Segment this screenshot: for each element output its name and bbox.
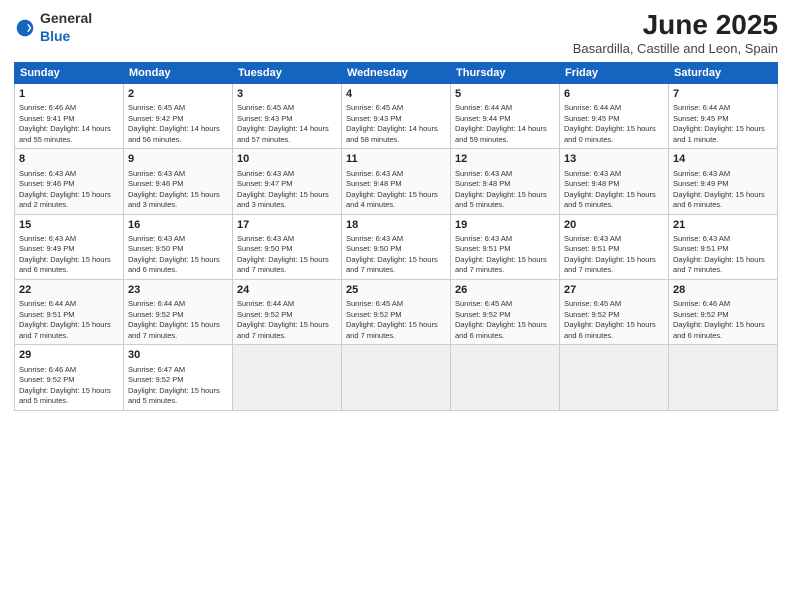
day-number: 18	[346, 218, 446, 233]
th-friday: Friday	[560, 62, 669, 83]
week-row-5: 29Sunrise: 6:46 AMSunset: 9:52 PMDayligh…	[15, 345, 778, 410]
logo-icon	[14, 17, 36, 39]
day-number: 5	[455, 87, 555, 102]
day-number: 2	[128, 87, 228, 102]
cell-2-4: 19Sunrise: 6:43 AMSunset: 9:51 PMDayligh…	[451, 214, 560, 279]
week-row-4: 22Sunrise: 6:44 AMSunset: 9:51 PMDayligh…	[15, 279, 778, 344]
cell-1-3: 11Sunrise: 6:43 AMSunset: 9:48 PMDayligh…	[342, 149, 451, 214]
cell-2-2: 17Sunrise: 6:43 AMSunset: 9:50 PMDayligh…	[233, 214, 342, 279]
day-number: 12	[455, 152, 555, 167]
day-number: 7	[673, 87, 773, 102]
header-row-weekdays: Sunday Monday Tuesday Wednesday Thursday…	[15, 62, 778, 83]
day-number: 22	[19, 283, 119, 298]
page: General Blue June 2025 Basardilla, Casti…	[0, 0, 792, 612]
cell-3-4: 26Sunrise: 6:45 AMSunset: 9:52 PMDayligh…	[451, 279, 560, 344]
day-number: 25	[346, 283, 446, 298]
day-number: 15	[19, 218, 119, 233]
day-number: 6	[564, 87, 664, 102]
cell-4-0: 29Sunrise: 6:46 AMSunset: 9:52 PMDayligh…	[15, 345, 124, 410]
cell-4-4	[451, 345, 560, 410]
th-saturday: Saturday	[669, 62, 778, 83]
cell-2-6: 21Sunrise: 6:43 AMSunset: 9:51 PMDayligh…	[669, 214, 778, 279]
cell-0-0: 1Sunrise: 6:46 AMSunset: 9:41 PMDaylight…	[15, 83, 124, 148]
cell-4-6	[669, 345, 778, 410]
cell-3-5: 27Sunrise: 6:45 AMSunset: 9:52 PMDayligh…	[560, 279, 669, 344]
day-number: 28	[673, 283, 773, 298]
logo-blue: Blue	[40, 28, 70, 44]
day-number: 11	[346, 152, 446, 167]
th-wednesday: Wednesday	[342, 62, 451, 83]
day-number: 20	[564, 218, 664, 233]
header-row: General Blue June 2025 Basardilla, Casti…	[14, 10, 778, 56]
cell-1-1: 9Sunrise: 6:43 AMSunset: 9:46 PMDaylight…	[124, 149, 233, 214]
cell-4-5	[560, 345, 669, 410]
day-number: 30	[128, 348, 228, 363]
week-row-2: 8Sunrise: 6:43 AMSunset: 9:46 PMDaylight…	[15, 149, 778, 214]
location-subtitle: Basardilla, Castille and Leon, Spain	[573, 41, 778, 56]
day-number: 4	[346, 87, 446, 102]
cell-2-0: 15Sunrise: 6:43 AMSunset: 9:49 PMDayligh…	[15, 214, 124, 279]
logo: General Blue	[14, 10, 92, 46]
th-tuesday: Tuesday	[233, 62, 342, 83]
day-number: 3	[237, 87, 337, 102]
day-number: 26	[455, 283, 555, 298]
cell-0-4: 5Sunrise: 6:44 AMSunset: 9:44 PMDaylight…	[451, 83, 560, 148]
cell-1-6: 14Sunrise: 6:43 AMSunset: 9:49 PMDayligh…	[669, 149, 778, 214]
week-row-1: 1Sunrise: 6:46 AMSunset: 9:41 PMDaylight…	[15, 83, 778, 148]
day-number: 13	[564, 152, 664, 167]
title-block: June 2025 Basardilla, Castille and Leon,…	[573, 10, 778, 56]
cell-1-4: 12Sunrise: 6:43 AMSunset: 9:48 PMDayligh…	[451, 149, 560, 214]
day-number: 23	[128, 283, 228, 298]
day-number: 24	[237, 283, 337, 298]
cell-4-1: 30Sunrise: 6:47 AMSunset: 9:52 PMDayligh…	[124, 345, 233, 410]
day-number: 16	[128, 218, 228, 233]
day-number: 10	[237, 152, 337, 167]
day-number: 27	[564, 283, 664, 298]
cell-3-1: 23Sunrise: 6:44 AMSunset: 9:52 PMDayligh…	[124, 279, 233, 344]
calendar-table: Sunday Monday Tuesday Wednesday Thursday…	[14, 62, 778, 411]
cell-1-2: 10Sunrise: 6:43 AMSunset: 9:47 PMDayligh…	[233, 149, 342, 214]
day-number: 8	[19, 152, 119, 167]
th-sunday: Sunday	[15, 62, 124, 83]
logo-text: General Blue	[40, 10, 92, 46]
day-number: 21	[673, 218, 773, 233]
cell-0-3: 4Sunrise: 6:45 AMSunset: 9:43 PMDaylight…	[342, 83, 451, 148]
th-thursday: Thursday	[451, 62, 560, 83]
cell-3-6: 28Sunrise: 6:46 AMSunset: 9:52 PMDayligh…	[669, 279, 778, 344]
cell-2-5: 20Sunrise: 6:43 AMSunset: 9:51 PMDayligh…	[560, 214, 669, 279]
day-number: 1	[19, 87, 119, 102]
cell-0-1: 2Sunrise: 6:45 AMSunset: 9:42 PMDaylight…	[124, 83, 233, 148]
day-number: 17	[237, 218, 337, 233]
cell-2-3: 18Sunrise: 6:43 AMSunset: 9:50 PMDayligh…	[342, 214, 451, 279]
day-number: 14	[673, 152, 773, 167]
th-monday: Monday	[124, 62, 233, 83]
cell-0-5: 6Sunrise: 6:44 AMSunset: 9:45 PMDaylight…	[560, 83, 669, 148]
cell-2-1: 16Sunrise: 6:43 AMSunset: 9:50 PMDayligh…	[124, 214, 233, 279]
week-row-3: 15Sunrise: 6:43 AMSunset: 9:49 PMDayligh…	[15, 214, 778, 279]
day-number: 9	[128, 152, 228, 167]
cell-4-3	[342, 345, 451, 410]
cell-4-2	[233, 345, 342, 410]
logo-general: General	[40, 10, 92, 26]
cell-3-2: 24Sunrise: 6:44 AMSunset: 9:52 PMDayligh…	[233, 279, 342, 344]
day-number: 19	[455, 218, 555, 233]
cell-1-5: 13Sunrise: 6:43 AMSunset: 9:48 PMDayligh…	[560, 149, 669, 214]
day-number: 29	[19, 348, 119, 363]
cell-0-2: 3Sunrise: 6:45 AMSunset: 9:43 PMDaylight…	[233, 83, 342, 148]
cell-3-0: 22Sunrise: 6:44 AMSunset: 9:51 PMDayligh…	[15, 279, 124, 344]
month-title: June 2025	[573, 10, 778, 41]
cell-1-0: 8Sunrise: 6:43 AMSunset: 9:46 PMDaylight…	[15, 149, 124, 214]
cell-0-6: 7Sunrise: 6:44 AMSunset: 9:45 PMDaylight…	[669, 83, 778, 148]
cell-3-3: 25Sunrise: 6:45 AMSunset: 9:52 PMDayligh…	[342, 279, 451, 344]
